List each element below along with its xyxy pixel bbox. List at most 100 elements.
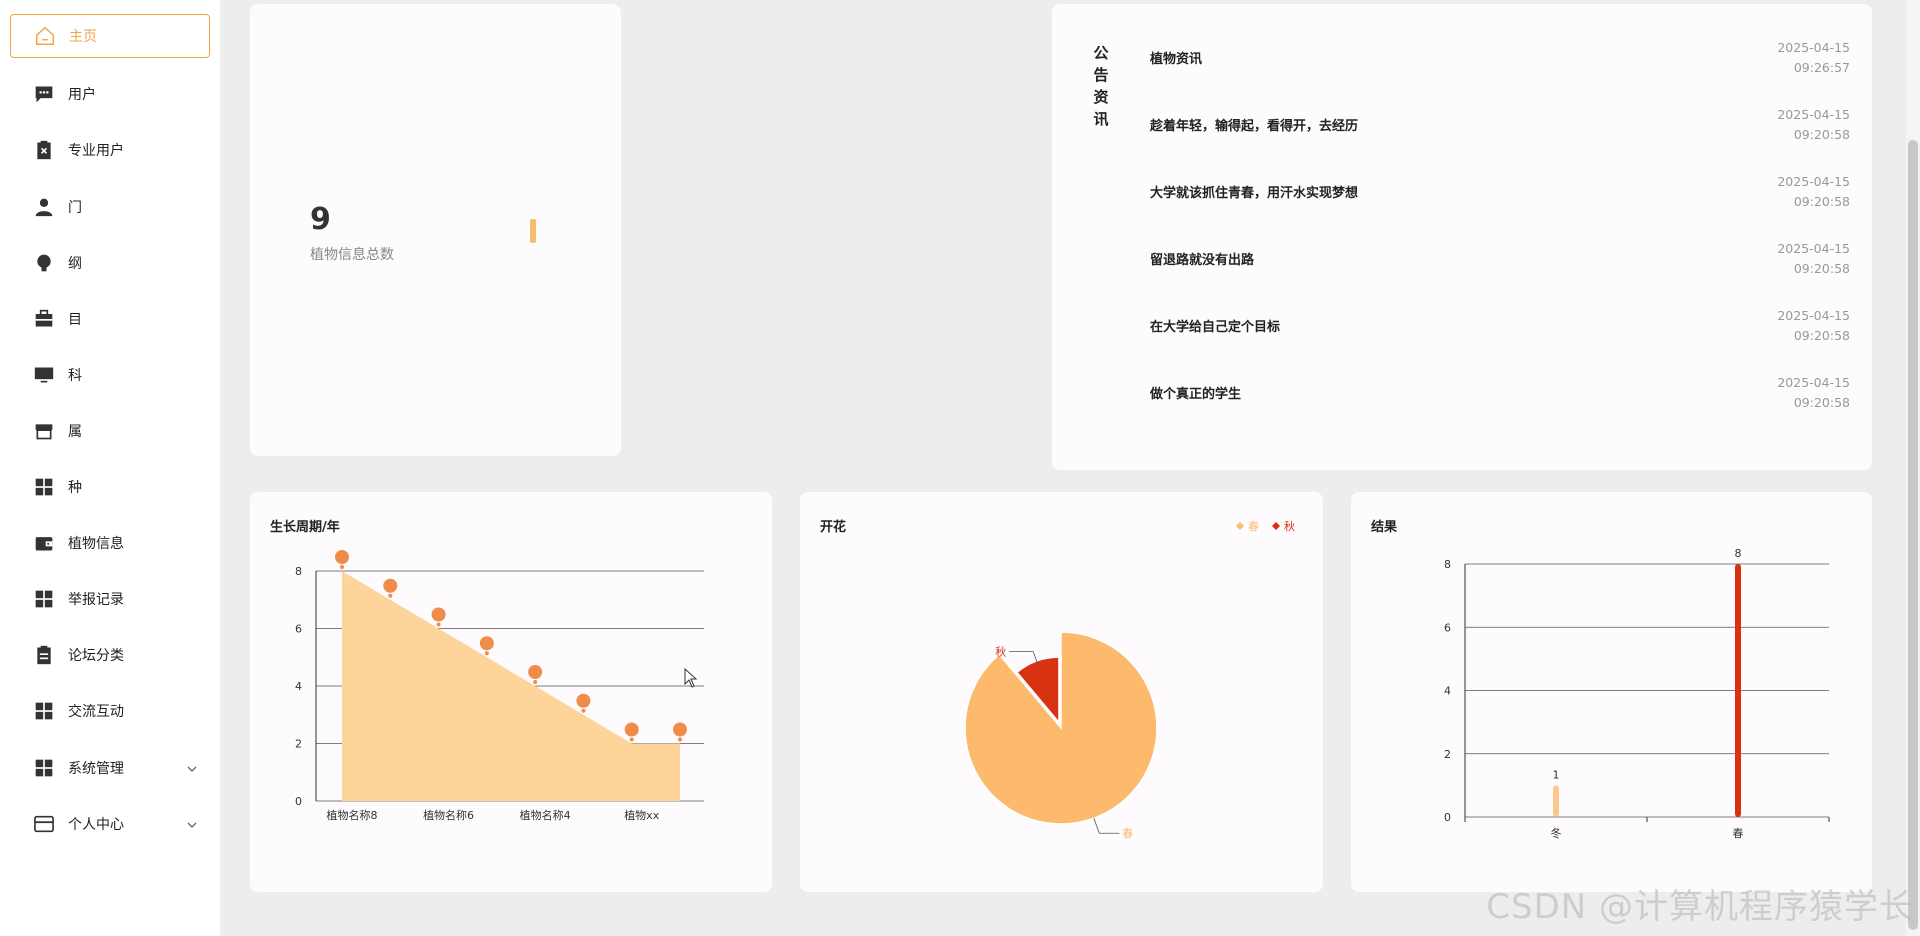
clipboard-x-icon [32,138,56,162]
notice-row[interactable]: 植物资讯 2025-04-15 09:26:57 [1150,38,1850,78]
x-tick-label: 春 [1733,827,1744,840]
bar-value-label: 1 [1553,768,1560,781]
bar [1553,785,1559,817]
sidebar-item-home[interactable]: 主页 [10,14,210,58]
monitor-icon [32,363,56,387]
sidebar-item-label: 举报记录 [68,592,124,608]
data-point-dot [388,593,393,598]
sidebar-item-label: 科 [68,368,82,384]
notice-title[interactable]: 留退路就没有出路 [1150,249,1254,268]
pie-label-line [1093,818,1120,834]
x-tick-label: 植物xx [624,808,660,822]
notice-title[interactable]: 趁着年轻，输得起，看得开，去经历 [1150,115,1358,134]
mouse-cursor-icon [684,668,698,688]
home-icon [33,24,57,48]
y-tick-label: 6 [295,623,302,636]
sidebar-item-plant-info[interactable]: 植物信息 [10,521,210,565]
notice-title[interactable]: 大学就该抓住青春，用汗水实现梦想 [1150,182,1358,201]
sidebar-item-class[interactable]: 纲 [10,241,210,285]
x-tick-label: 植物名称6 [423,808,474,822]
scrollbar[interactable] [1906,0,1920,936]
data-point-marker [479,636,494,651]
pie-slice [964,631,1158,825]
sidebar-item-species[interactable]: 种 [10,465,210,509]
sidebar-item-system[interactable]: 系统管理 [10,746,210,790]
sidebar-item-report[interactable]: 举报记录 [10,577,210,621]
sidebar-item-label: 目 [68,312,82,328]
legend-label: 秋 [1284,519,1295,533]
y-tick-label: 8 [1444,558,1451,571]
data-point-dot [340,565,344,569]
data-point-marker [335,550,349,564]
sidebar-item-label: 纲 [68,256,82,272]
y-tick-label: 0 [1444,811,1451,824]
x-tick-label: 植物名称4 [520,808,571,822]
notice-title[interactable]: 做个真正的学生 [1150,383,1241,402]
grid-icon [32,587,56,611]
y-tick-label: 4 [295,680,302,693]
sidebar-item-label: 用户 [68,87,96,103]
data-point-dot [484,651,489,656]
stat-mini-bar [530,219,536,243]
y-tick-label: 6 [1444,621,1451,634]
notice-time: 2025-04-15 09:20:58 [1777,107,1850,142]
sidebar-item-profile[interactable]: 个人中心 [10,802,210,846]
data-point-marker [383,578,398,593]
legend-marker [1272,522,1280,530]
y-tick-label: 0 [295,795,302,808]
pie-slice-label: 春 [1122,827,1133,840]
user-icon [32,195,56,219]
notice-heading-char: 公 [1093,44,1109,62]
data-point-dot [533,680,538,684]
data-point-dot [678,737,682,742]
sidebar-item-label: 个人中心 [68,817,124,833]
data-point-marker [528,665,543,679]
chat-icon [32,82,56,106]
growth-chart-card: 生长周期/年 0 2 4 6 8 植物名称8 植物名称6 植物名称4 植物xx [250,492,772,892]
data-point-dot [436,622,441,627]
data-point-marker [673,722,687,737]
sidebar-item-genus[interactable]: 属 [10,409,210,453]
bar-value-label: 8 [1735,547,1742,560]
sidebar-item-phylum[interactable]: 门 [10,185,210,229]
sidebar-item-label: 主页 [69,29,97,45]
sidebar-item-forum-category[interactable]: 论坛分类 [10,633,210,677]
sidebar-item-user[interactable]: 用户 [10,72,210,116]
sidebar-item-family[interactable]: 科 [10,353,210,397]
sidebar: 主页 用户 专业用户 门 纲 目 科 属 种 植物信息 举报记录 论坛分类 交流… [0,0,220,936]
chevron-down-icon [186,760,198,779]
sidebar-item-label: 专业用户 [68,143,124,159]
data-point-marker [431,607,446,622]
data-point-marker [576,693,591,708]
briefcase-icon [32,307,56,331]
store-icon [32,419,56,443]
sidebar-item-label: 属 [68,424,82,440]
notice-heading: 公 告 资 讯 [1090,42,1112,130]
notice-row[interactable]: 在大学给自己定个目标 2025-04-15 09:20:58 [1150,306,1850,346]
sidebar-item-label: 植物信息 [68,536,124,552]
stat-value: 9 [310,202,331,237]
sidebar-item-label: 论坛分类 [68,648,124,664]
data-point-dot [581,708,586,713]
notice-row[interactable]: 做个真正的学生 2025-04-15 09:20:58 [1150,373,1850,413]
notice-title[interactable]: 植物资讯 [1150,48,1202,67]
y-tick-label: 2 [295,738,302,751]
sidebar-item-label: 种 [68,480,82,496]
legend-marker [1236,522,1244,530]
notice-title[interactable]: 在大学给自己定个目标 [1150,316,1280,335]
sidebar-item-interaction[interactable]: 交流互动 [10,689,210,733]
notice-row[interactable]: 趁着年轻，输得起，看得开，去经历 2025-04-15 09:20:58 [1150,105,1850,145]
flower-chart: 春秋春秋 [964,519,1295,840]
data-point-marker [624,722,639,737]
sidebar-item-order[interactable]: 目 [10,297,210,341]
notice-row[interactable]: 大学就该抓住青春，用汗水实现梦想 2025-04-15 09:20:58 [1150,172,1850,212]
grid-icon [32,756,56,780]
fruit-chart: 0 2 4 6 8 1 冬 8 春 [1444,547,1830,840]
x-tick-label: 冬 [1551,826,1562,840]
notice-row[interactable]: 留退路就没有出路 2025-04-15 09:20:58 [1150,239,1850,279]
y-tick-label: 2 [1444,748,1451,761]
stat-card: 9 植物信息总数 [250,4,621,456]
sidebar-item-label: 交流互动 [68,704,124,720]
sidebar-item-pro-user[interactable]: 专业用户 [10,128,210,172]
scrollbar-thumb[interactable] [1908,140,1918,930]
